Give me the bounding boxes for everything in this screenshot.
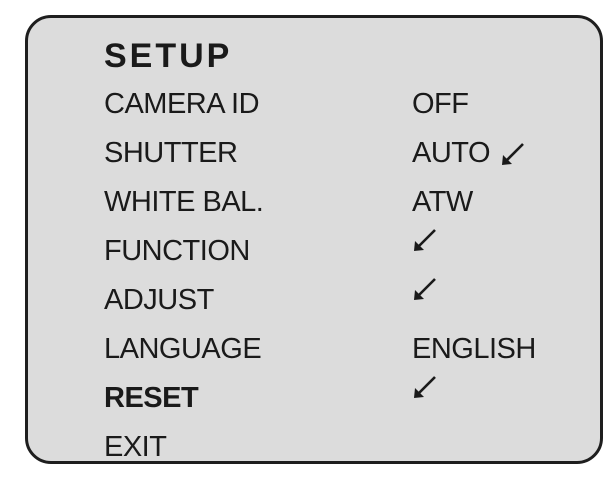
camera-id-value: OFF bbox=[412, 88, 469, 120]
menu-item-adjust[interactable]: ADJUST bbox=[0, 276, 608, 325]
menu-item-reset[interactable]: RESET bbox=[0, 374, 608, 423]
menu-item-label: SHUTTER bbox=[104, 137, 238, 169]
menu-item-label: LANGUAGE bbox=[104, 333, 262, 365]
menu-item-language[interactable]: LANGUAGE ENGLISH bbox=[0, 325, 608, 374]
menu-item-label: CAMERA ID bbox=[104, 88, 260, 120]
osd-menu-list: CAMERA ID OFF SHUTTER AUTO WHITE BAL. AT… bbox=[0, 80, 608, 472]
menu-item-value: ATW bbox=[412, 178, 473, 227]
menu-item-function[interactable]: FUNCTION bbox=[0, 227, 608, 276]
submenu-arrow-icon bbox=[414, 229, 436, 251]
menu-item-value: AUTO bbox=[412, 129, 526, 178]
menu-item-value bbox=[412, 374, 438, 400]
submenu-arrow-icon bbox=[414, 376, 436, 398]
menu-item-label: ADJUST bbox=[104, 284, 214, 316]
menu-item-camera-id[interactable]: CAMERA ID OFF bbox=[0, 80, 608, 129]
shutter-value: AUTO bbox=[412, 137, 491, 169]
menu-item-value: ENGLISH bbox=[412, 325, 536, 374]
menu-item-label: RESET bbox=[104, 382, 199, 414]
menu-item-exit[interactable]: EXIT bbox=[0, 423, 608, 472]
menu-title: SETUP bbox=[104, 37, 233, 75]
menu-item-label: EXIT bbox=[104, 431, 167, 463]
submenu-arrow-icon bbox=[414, 278, 436, 300]
language-value: ENGLISH bbox=[412, 333, 536, 365]
menu-item-shutter[interactable]: SHUTTER AUTO bbox=[0, 129, 608, 178]
menu-item-white-bal[interactable]: WHITE BAL. ATW bbox=[0, 178, 608, 227]
menu-item-label: FUNCTION bbox=[104, 235, 250, 267]
menu-item-value bbox=[412, 276, 438, 302]
white-bal-value: ATW bbox=[412, 186, 473, 218]
menu-item-value bbox=[412, 227, 438, 253]
submenu-arrow-icon bbox=[502, 142, 524, 165]
menu-item-label: WHITE BAL. bbox=[104, 186, 264, 218]
menu-item-value: OFF bbox=[412, 80, 469, 129]
